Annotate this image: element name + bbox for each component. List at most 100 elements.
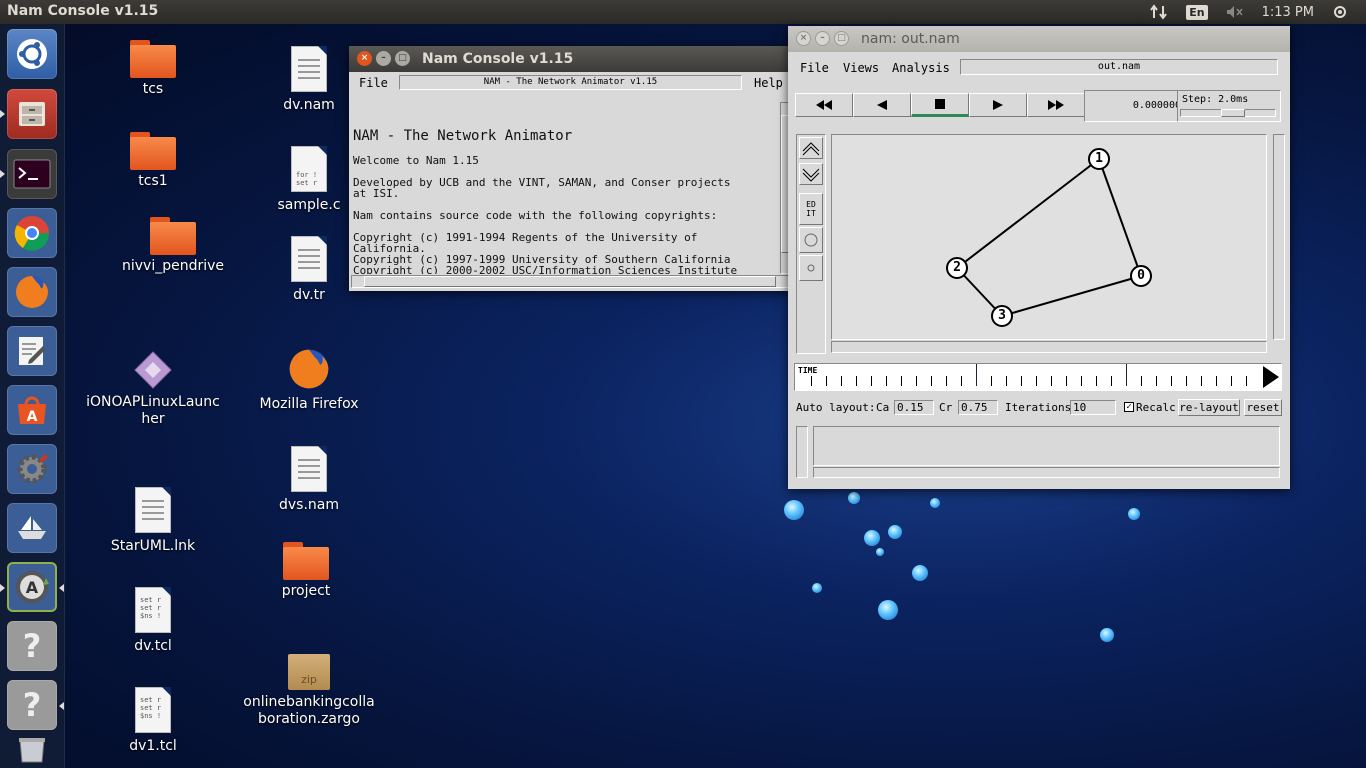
desktop-folder-project[interactable]: project bbox=[236, 542, 376, 600]
timeline-tick bbox=[1006, 376, 1007, 386]
firefox-icon[interactable] bbox=[7, 267, 57, 317]
folder-icon bbox=[130, 40, 176, 78]
node-1[interactable]: 1 bbox=[1088, 148, 1110, 170]
edit-button[interactable]: ED IT bbox=[799, 193, 823, 225]
timeline-tick bbox=[1036, 376, 1037, 386]
play-forward-button[interactable] bbox=[969, 93, 1027, 117]
script-file-icon: set r set r $ns ! bbox=[135, 587, 171, 633]
console-text-area[interactable]: NAM - The Network Animator Welcome to Na… bbox=[351, 100, 778, 274]
fast-rewind-icon bbox=[816, 100, 832, 110]
menu-file[interactable]: File bbox=[800, 61, 829, 75]
annotation-vertical-scrollbar[interactable] bbox=[796, 426, 808, 478]
desktop-file-dvs-nam[interactable]: dvs.nam bbox=[239, 446, 379, 514]
node-tool-button[interactable] bbox=[799, 227, 823, 253]
firefox-icon bbox=[289, 349, 329, 389]
keyboard-language-indicator[interactable]: En bbox=[1186, 4, 1208, 20]
menu-file[interactable]: File bbox=[359, 76, 388, 90]
step-slider-thumb[interactable] bbox=[1221, 109, 1245, 117]
auto-layout-row: Auto layout: Ca 0.15 Cr 0.75 Iterations … bbox=[796, 399, 1284, 419]
menu-analysis[interactable]: Analysis bbox=[892, 61, 950, 75]
timeline-tick bbox=[1051, 376, 1052, 386]
desktop-folder-nivvi-pendrive[interactable]: nivvi_pendrive bbox=[103, 217, 243, 275]
minimize-icon[interactable]: – bbox=[376, 51, 391, 66]
boat-app-icon[interactable] bbox=[7, 503, 57, 553]
small-node-tool-button[interactable] bbox=[799, 255, 823, 281]
nam-console-window: × – □ Nam Console v1.15 File NAM - The N… bbox=[349, 46, 794, 291]
node-2[interactable]: 2 bbox=[946, 257, 968, 279]
rewind-button[interactable] bbox=[795, 93, 853, 117]
play-backward-button[interactable] bbox=[853, 93, 911, 117]
clock[interactable]: 1:13 PM bbox=[1262, 5, 1314, 20]
node-0[interactable]: 0 bbox=[1130, 265, 1152, 287]
system-settings-icon[interactable] bbox=[7, 444, 57, 494]
volume-muted-icon[interactable] bbox=[1226, 5, 1244, 19]
timeline-tick bbox=[946, 376, 947, 386]
desktop-launcher-ionoap[interactable]: iONOAPLinuxLauncher bbox=[83, 350, 223, 428]
software-center-icon[interactable]: A bbox=[7, 385, 57, 435]
timeline-tick bbox=[1081, 376, 1082, 386]
desktop-file-dv1-tcl[interactable]: set r set r $ns ! dv1.tcl bbox=[83, 687, 223, 755]
text-file-icon bbox=[291, 236, 327, 282]
desktop-file-dv-tcl[interactable]: set r set r $ns ! dv.tcl bbox=[83, 587, 223, 655]
desktop-file-zargo[interactable]: zip onlinebankingcollaboration.zargo bbox=[239, 654, 379, 728]
ca-input[interactable]: 0.15 bbox=[894, 400, 934, 415]
menu-views[interactable]: Views bbox=[843, 61, 879, 75]
recalc-label: Recalc bbox=[1136, 401, 1176, 414]
reset-button[interactable]: reset bbox=[1244, 399, 1282, 416]
relayout-button[interactable]: re-layout bbox=[1178, 399, 1240, 416]
menu-help[interactable]: Help bbox=[754, 76, 783, 90]
nam-horizontal-scrollbar[interactable] bbox=[831, 341, 1267, 353]
unknown-app-icon[interactable]: ? bbox=[7, 621, 57, 671]
zoom-in-button[interactable] bbox=[799, 137, 823, 159]
trash-icon[interactable] bbox=[7, 734, 57, 766]
minimize-icon[interactable]: – bbox=[815, 31, 830, 46]
terminal-icon[interactable] bbox=[7, 149, 57, 199]
nam-menubar: File Views Analysis out.nam bbox=[788, 52, 1290, 82]
annotation-horizontal-scrollbar[interactable] bbox=[813, 467, 1280, 478]
c-source-file-icon: for ! set r bbox=[291, 146, 327, 192]
link-3-0[interactable] bbox=[1001, 275, 1142, 317]
nam-filename-field: out.nam bbox=[960, 59, 1278, 75]
dash-home-icon[interactable] bbox=[7, 29, 57, 79]
folder-icon bbox=[130, 132, 176, 170]
chrome-icon[interactable] bbox=[7, 208, 57, 258]
iterations-input[interactable]: 10 bbox=[1070, 400, 1116, 415]
timeline-tick bbox=[1141, 376, 1142, 386]
zoom-out-button[interactable] bbox=[799, 163, 823, 185]
desktop-launcher-firefox[interactable]: Mozilla Firefox bbox=[239, 346, 379, 413]
link-1-2[interactable] bbox=[956, 158, 1100, 269]
unknown-app-icon-2[interactable]: ? bbox=[7, 680, 57, 730]
timeline-tick bbox=[1246, 376, 1247, 386]
console-titlebar[interactable]: × – □ Nam Console v1.15 bbox=[349, 46, 794, 72]
desktop-folder-tcs1[interactable]: tcs1 bbox=[83, 132, 223, 190]
timeline[interactable]: TIME bbox=[794, 363, 1282, 391]
close-icon[interactable]: × bbox=[796, 31, 811, 46]
stop-icon bbox=[935, 99, 945, 109]
maximize-icon[interactable]: □ bbox=[834, 31, 849, 46]
network-icon[interactable] bbox=[1150, 4, 1168, 20]
annotation-panel[interactable] bbox=[813, 426, 1280, 466]
network-animation-canvas[interactable]: 0 1 2 3 bbox=[831, 134, 1267, 340]
cr-input[interactable]: 0.75 bbox=[958, 400, 998, 415]
timeline-tick bbox=[916, 376, 917, 386]
console-horizontal-scrollbar[interactable] bbox=[351, 275, 792, 288]
step-slider[interactable] bbox=[1180, 109, 1276, 117]
desktop-file-staruml[interactable]: StarUML.lnk bbox=[83, 487, 223, 555]
node-3[interactable]: 3 bbox=[991, 305, 1013, 327]
maximize-icon[interactable]: □ bbox=[395, 51, 410, 66]
link-1-0[interactable] bbox=[1098, 158, 1142, 277]
zoom-in-icon bbox=[802, 142, 820, 156]
power-gear-icon[interactable] bbox=[1332, 4, 1348, 20]
stop-button[interactable] bbox=[911, 93, 969, 117]
software-updater-icon[interactable]: A bbox=[7, 562, 57, 612]
files-icon[interactable] bbox=[7, 89, 57, 139]
close-icon[interactable]: × bbox=[357, 51, 372, 66]
text-editor-icon[interactable] bbox=[7, 326, 57, 376]
nam-titlebar[interactable]: × – □ nam: out.nam bbox=[788, 26, 1290, 52]
fast-forward-button[interactable] bbox=[1027, 93, 1085, 117]
timeline-tick bbox=[1066, 376, 1067, 386]
nam-vertical-scrollbar[interactable] bbox=[1273, 134, 1285, 340]
desktop-folder-tcs[interactable]: tcs bbox=[83, 40, 223, 98]
step-control[interactable]: Step: 2.0ms bbox=[1177, 90, 1281, 122]
recalc-checkbox[interactable]: ✓ bbox=[1124, 402, 1134, 412]
